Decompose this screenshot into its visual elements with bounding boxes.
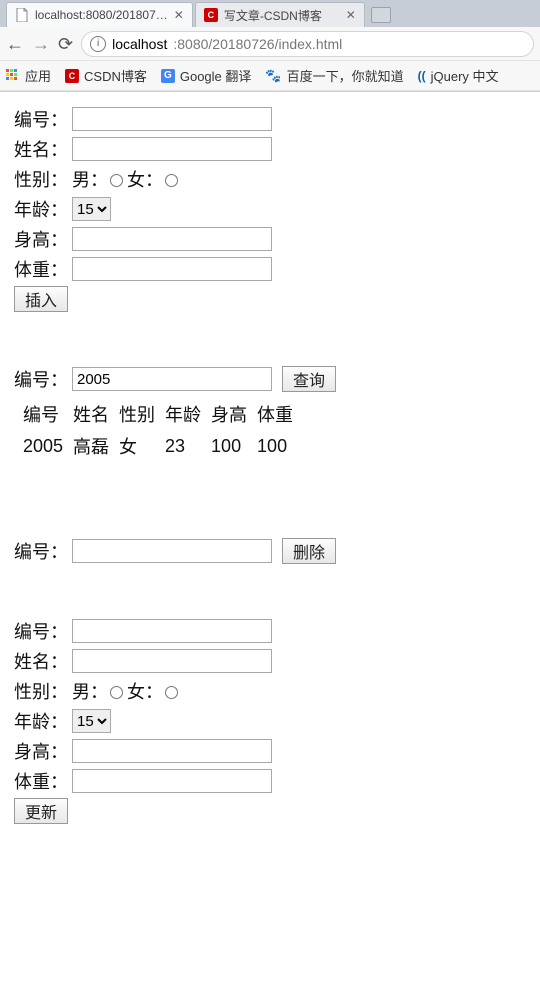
query-button[interactable]: 查询	[282, 366, 336, 392]
update-female-radio[interactable]	[165, 686, 178, 699]
insert-male-radio[interactable]	[110, 174, 123, 187]
new-tab-button[interactable]	[371, 7, 391, 23]
bookmark-label: Google 翻译	[180, 66, 252, 85]
reload-button[interactable]: ⟳	[58, 35, 73, 53]
update-form: 编号： 姓名： 性别： 男： 女： 年龄： 15 身高： 体重： 更新	[14, 618, 526, 824]
site-info-icon[interactable]: i	[90, 36, 106, 52]
td: 100	[210, 432, 248, 460]
bookmark-baidu[interactable]: 🐾 百度一下，你就知道	[265, 66, 403, 85]
label-male: 男：	[72, 166, 108, 192]
td: 2005	[22, 432, 64, 460]
table-row: 2005 高磊 女 23 100 100	[22, 432, 294, 460]
label-male: 男：	[72, 678, 108, 704]
forward-button: →	[32, 35, 50, 53]
update-id-input[interactable]	[72, 619, 272, 643]
tab-title: localhost:8080/201807…	[35, 8, 168, 22]
label-name: 姓名：	[14, 136, 72, 162]
label-weight: 体重：	[14, 256, 72, 282]
update-button[interactable]: 更新	[14, 798, 68, 824]
label-id: 编号：	[14, 366, 72, 392]
th: 身高	[210, 400, 248, 428]
label-id: 编号：	[14, 106, 72, 132]
td: 高磊	[72, 432, 110, 460]
update-age-select[interactable]: 15	[72, 709, 111, 733]
baidu-icon: 🐾	[265, 68, 281, 84]
tab-title: 写文章-CSDN博客	[224, 7, 340, 24]
back-button[interactable]: ←	[6, 35, 24, 53]
jquery-icon: ((	[418, 69, 426, 83]
insert-button[interactable]: 插入	[14, 286, 68, 312]
close-icon[interactable]: ✕	[174, 9, 184, 21]
bookmark-label: 应用	[25, 66, 51, 85]
insert-age-select[interactable]: 15	[72, 197, 111, 221]
url-path: :8080/20180726/index.html	[173, 36, 342, 52]
label-age: 年龄：	[14, 708, 72, 734]
insert-name-input[interactable]	[72, 137, 272, 161]
label-name: 姓名：	[14, 648, 72, 674]
close-icon[interactable]: ✕	[346, 9, 356, 21]
bookmark-label: CSDN博客	[84, 66, 147, 85]
browser-chrome: localhost:8080/201807… ✕ C 写文章-CSDN博客 ✕ …	[0, 0, 540, 92]
label-gender: 性别：	[14, 678, 72, 704]
url-host: localhost	[112, 36, 167, 52]
google-icon: G	[161, 69, 175, 83]
update-name-input[interactable]	[72, 649, 272, 673]
table-header-row: 编号 姓名 性别 年龄 身高 体重	[22, 400, 294, 428]
tab-strip: localhost:8080/201807… ✕ C 写文章-CSDN博客 ✕	[0, 0, 540, 27]
query-form: 编号： 查询 编号 姓名 性别 年龄 身高 体重 2005 高磊 女 23 10…	[14, 366, 526, 464]
update-male-radio[interactable]	[110, 686, 123, 699]
th: 体重	[256, 400, 294, 428]
label-height: 身高：	[14, 738, 72, 764]
label-weight: 体重：	[14, 768, 72, 794]
th: 姓名	[72, 400, 110, 428]
address-bar: ← → ⟳ i localhost :8080/20180726/index.ht…	[0, 27, 540, 61]
page-body: 编号： 姓名： 性别： 男： 女： 年龄： 15 身高： 体重： 插入 编号： …	[0, 92, 540, 838]
insert-height-input[interactable]	[72, 227, 272, 251]
td: 女	[118, 432, 156, 460]
apps-icon	[6, 69, 20, 83]
th: 年龄	[164, 400, 202, 428]
label-id: 编号：	[14, 538, 72, 564]
csdn-icon: C	[204, 8, 218, 22]
label-age: 年龄：	[14, 196, 72, 222]
bookmark-csdn[interactable]: C CSDN博客	[65, 66, 147, 85]
tab-localhost[interactable]: localhost:8080/201807… ✕	[6, 2, 193, 27]
insert-id-input[interactable]	[72, 107, 272, 131]
label-gender: 性别：	[14, 166, 72, 192]
td: 100	[256, 432, 294, 460]
query-result-table: 编号 姓名 性别 年龄 身高 体重 2005 高磊 女 23 100 100	[14, 396, 302, 464]
tab-csdn[interactable]: C 写文章-CSDN博客 ✕	[195, 2, 365, 27]
insert-female-radio[interactable]	[165, 174, 178, 187]
label-height: 身高：	[14, 226, 72, 252]
label-female: 女：	[127, 678, 163, 704]
th: 编号	[22, 400, 64, 428]
bookmark-label: 百度一下，你就知道	[287, 66, 404, 85]
apps-button[interactable]: 应用	[6, 66, 51, 85]
bookmark-label: jQuery 中文	[431, 66, 499, 85]
tab-overflow[interactable]	[395, 9, 417, 27]
delete-button[interactable]: 删除	[282, 538, 336, 564]
bookmarks-bar: 应用 C CSDN博客 G Google 翻译 🐾 百度一下，你就知道 (( j…	[0, 61, 540, 91]
page-icon	[15, 8, 29, 22]
insert-weight-input[interactable]	[72, 257, 272, 281]
csdn-icon: C	[65, 69, 79, 83]
update-weight-input[interactable]	[72, 769, 272, 793]
th: 性别	[118, 400, 156, 428]
insert-form: 编号： 姓名： 性别： 男： 女： 年龄： 15 身高： 体重： 插入	[14, 106, 526, 312]
delete-form: 编号： 删除	[14, 538, 526, 564]
url-input[interactable]: i localhost :8080/20180726/index.html	[81, 31, 534, 57]
label-female: 女：	[127, 166, 163, 192]
query-id-input[interactable]	[72, 367, 272, 391]
bookmark-jquery[interactable]: (( jQuery 中文	[418, 66, 499, 85]
update-height-input[interactable]	[72, 739, 272, 763]
bookmark-google[interactable]: G Google 翻译	[161, 66, 252, 85]
td: 23	[164, 432, 202, 460]
label-id: 编号：	[14, 618, 72, 644]
delete-id-input[interactable]	[72, 539, 272, 563]
